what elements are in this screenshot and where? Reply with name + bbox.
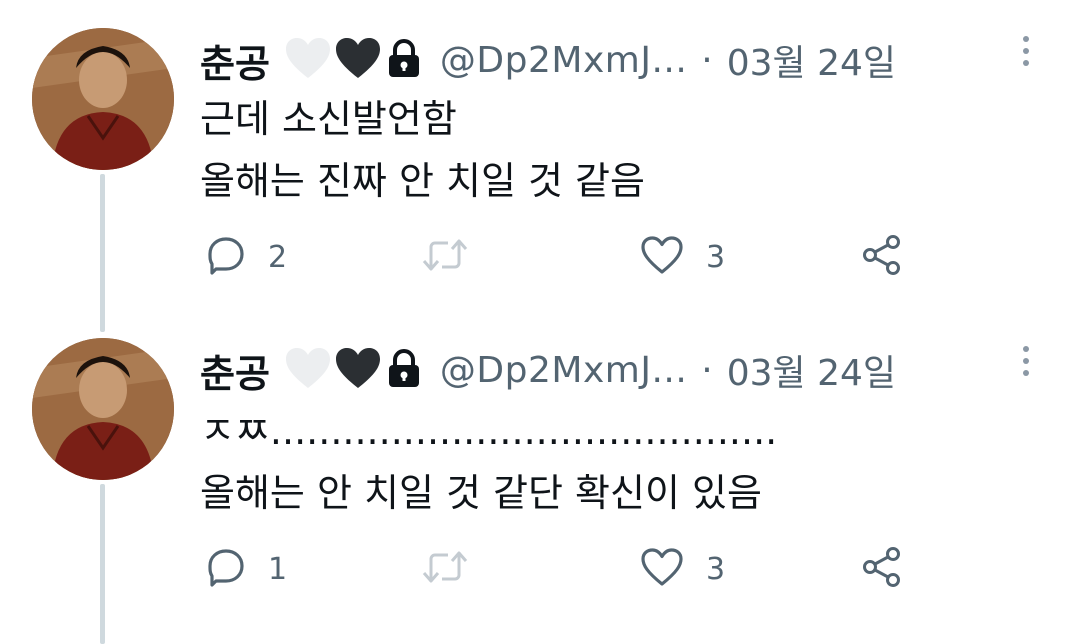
tweet-date[interactable]: 03월 24일 [727, 344, 896, 396]
more-icon[interactable] [1018, 36, 1034, 76]
tweet-text-line: 올해는 안 치일 것 같단 확신이 있음 [200, 471, 762, 515]
like-icon [640, 235, 684, 279]
tweet[interactable]: 춘공 @Dp2MxmJ... · 03월 24일 ㅈㅉ.............… [0, 338, 1080, 638]
tweet-actions: 1 3 [200, 544, 960, 594]
black-heart-icon [334, 36, 382, 84]
reply-icon [206, 235, 246, 279]
black-heart-icon [334, 346, 382, 394]
author-name[interactable]: 춘공 [200, 343, 270, 398]
retweet-button[interactable] [420, 544, 492, 594]
tweet-text: ㅈㅉ......................................… [200, 400, 777, 524]
white-heart-icon [284, 36, 332, 84]
white-heart-icon [284, 346, 332, 394]
author-handle[interactable]: @Dp2MxmJ... [440, 40, 687, 81]
separator-dot: · [701, 39, 713, 81]
share-icon [860, 233, 904, 281]
retweet-icon [420, 547, 470, 591]
tweet-header: 춘공 @Dp2MxmJ... · 03월 24일 [200, 342, 896, 398]
tweet-text-line: 근데 소신발언함 [200, 97, 457, 141]
share-button[interactable] [860, 544, 904, 594]
lock-icon [384, 346, 424, 394]
like-button[interactable]: 3 [640, 232, 725, 282]
reply-count: 1 [268, 551, 288, 587]
author-name[interactable]: 춘공 [200, 33, 270, 88]
tweet-text: 근데 소신발언함 올해는 진짜 안 치일 것 같음 [200, 88, 645, 212]
tweet-date[interactable]: 03월 24일 [727, 34, 896, 86]
retweet-icon [420, 235, 470, 279]
share-button[interactable] [860, 232, 904, 282]
tweet-header: 춘공 @Dp2MxmJ... · 03월 24일 [200, 32, 896, 88]
avatar[interactable] [32, 338, 174, 480]
author-handle[interactable]: @Dp2MxmJ... [440, 350, 687, 391]
reply-button[interactable]: 2 [206, 232, 287, 282]
tweet-text-line: ㅈㅉ......................................… [200, 409, 778, 453]
like-count: 3 [706, 551, 726, 587]
avatar[interactable] [32, 28, 174, 170]
tweet-text-line: 올해는 진짜 안 치일 것 같음 [200, 159, 645, 203]
tweet[interactable]: 춘공 @Dp2MxmJ... · 03월 24일 근데 소신발언함 올해는 진짜… [0, 28, 1080, 328]
more-icon[interactable] [1018, 346, 1034, 386]
reply-icon [206, 547, 246, 591]
like-button[interactable]: 3 [640, 544, 725, 594]
tweet-actions: 2 3 [200, 232, 960, 282]
lock-icon [384, 36, 424, 84]
like-count: 3 [706, 239, 726, 275]
retweet-button[interactable] [420, 232, 492, 282]
reply-count: 2 [268, 239, 288, 275]
reply-button[interactable]: 1 [206, 544, 287, 594]
like-icon [640, 547, 684, 591]
separator-dot: · [701, 349, 713, 391]
share-icon [860, 545, 904, 593]
